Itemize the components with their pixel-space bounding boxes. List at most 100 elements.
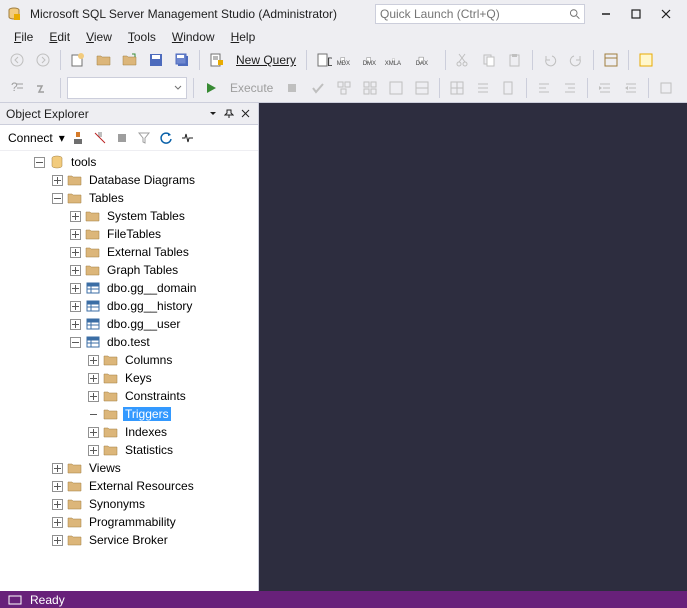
copy-button[interactable]	[478, 49, 500, 71]
collapse-icon[interactable]	[52, 193, 63, 204]
cut-button[interactable]	[452, 49, 474, 71]
dax-button[interactable]: DAX	[417, 49, 439, 71]
expand-icon[interactable]	[70, 247, 81, 258]
expand-icon[interactable]	[70, 283, 81, 294]
nav-fwd-button[interactable]	[32, 49, 54, 71]
tree-views[interactable]: Views	[0, 459, 258, 477]
expand-icon[interactable]	[52, 463, 63, 474]
expand-icon[interactable]	[88, 427, 99, 438]
open2-button[interactable]	[119, 49, 141, 71]
save-button[interactable]	[145, 49, 167, 71]
xmla-button[interactable]: XMLA	[391, 49, 413, 71]
paste-button[interactable]	[504, 49, 526, 71]
tree-systables[interactable]: System Tables	[0, 207, 258, 225]
expand-icon[interactable]	[70, 319, 81, 330]
collapse-icon[interactable]	[70, 337, 81, 348]
tree-columns[interactable]: Columns	[0, 351, 258, 369]
de-button[interactable]: DE	[313, 49, 335, 71]
tree-table-test[interactable]: dbo.test	[0, 333, 258, 351]
close-button[interactable]	[651, 0, 681, 28]
stop-icon[interactable]	[113, 129, 131, 147]
quick-launch-input[interactable]	[380, 7, 569, 21]
tree-exttables[interactable]: External Tables	[0, 243, 258, 261]
tree-keys[interactable]: Keys	[0, 369, 258, 387]
tree-sb[interactable]: Service Broker	[0, 531, 258, 549]
filter-icon[interactable]	[135, 129, 153, 147]
menu-window[interactable]: Window	[164, 28, 223, 46]
menu-edit[interactable]: Edit	[41, 28, 78, 46]
expand-icon[interactable]	[70, 301, 81, 312]
mdx-button[interactable]: MDX	[339, 49, 361, 71]
tree-filetables[interactable]: FileTables	[0, 225, 258, 243]
tree-triggers[interactable]: Triggers	[0, 405, 258, 423]
expand-icon[interactable]	[52, 535, 63, 546]
expand-icon[interactable]	[88, 373, 99, 384]
stats2-button[interactable]	[411, 77, 433, 99]
execute-label[interactable]: Execute	[226, 81, 277, 95]
tree-synonyms[interactable]: Synonyms	[0, 495, 258, 513]
refresh-icon[interactable]	[157, 129, 175, 147]
tree-indexes[interactable]: Indexes	[0, 423, 258, 441]
tree-table-domain[interactable]: dbo.gg__domain	[0, 279, 258, 297]
indent-button[interactable]	[594, 77, 616, 99]
tree-table-user[interactable]: dbo.gg__user	[0, 315, 258, 333]
minimize-button[interactable]	[591, 0, 621, 28]
menu-file[interactable]: File	[6, 28, 41, 46]
quick-launch[interactable]	[375, 4, 585, 24]
expand-icon[interactable]	[70, 211, 81, 222]
object-explorer-tree[interactable]: tools Database Diagrams Tables System Ta…	[0, 151, 258, 591]
find-button[interactable]	[600, 49, 622, 71]
uncomment-button[interactable]	[559, 77, 581, 99]
plan1-button[interactable]	[333, 77, 355, 99]
parse-button[interactable]	[307, 77, 329, 99]
execute-icon[interactable]	[200, 77, 222, 99]
activity-button[interactable]	[635, 49, 657, 71]
collapse-icon[interactable]	[34, 157, 45, 168]
expand-icon[interactable]	[52, 499, 63, 510]
tree-extres[interactable]: External Resources	[0, 477, 258, 495]
params-button[interactable]: ?	[6, 77, 28, 99]
results-text-button[interactable]	[472, 77, 494, 99]
tree-db-tools[interactable]: tools	[0, 153, 258, 171]
menu-help[interactable]: Help	[223, 28, 264, 46]
nav-back-button[interactable]	[6, 49, 28, 71]
panel-dropdown-icon[interactable]	[206, 107, 220, 121]
results-file-button[interactable]	[498, 77, 520, 99]
expand-icon[interactable]	[88, 445, 99, 456]
tree-constraints[interactable]: Constraints	[0, 387, 258, 405]
tree-prog[interactable]: Programmability	[0, 513, 258, 531]
redo-button[interactable]	[565, 49, 587, 71]
tree-table-history[interactable]: dbo.gg__history	[0, 297, 258, 315]
database-combo[interactable]	[67, 77, 187, 99]
expand-icon[interactable]	[88, 391, 99, 402]
new-query-label[interactable]: New Query	[232, 53, 300, 67]
expand-icon[interactable]	[52, 517, 63, 528]
open-button[interactable]	[93, 49, 115, 71]
expand-icon[interactable]	[70, 265, 81, 276]
spec-button[interactable]	[655, 77, 677, 99]
expand-icon[interactable]	[88, 355, 99, 366]
expand-icon[interactable]	[70, 229, 81, 240]
new-query-icon[interactable]	[206, 49, 228, 71]
rs-button[interactable]	[32, 77, 54, 99]
maximize-button[interactable]	[621, 0, 651, 28]
panel-close-icon[interactable]	[238, 107, 252, 121]
connect-button[interactable]: Connect	[6, 131, 55, 145]
outdent-button[interactable]	[620, 77, 642, 99]
tree-statistics[interactable]: Statistics	[0, 441, 258, 459]
comment-button[interactable]	[533, 77, 555, 99]
connect-obj-icon[interactable]	[69, 129, 87, 147]
save-all-button[interactable]	[171, 49, 193, 71]
new-project-button[interactable]	[67, 49, 89, 71]
expand-icon[interactable]	[52, 481, 63, 492]
disconnect-icon[interactable]	[91, 129, 109, 147]
tree-graphtables[interactable]: Graph Tables	[0, 261, 258, 279]
undo-button[interactable]	[539, 49, 561, 71]
connect-chev-icon[interactable]: ▾	[59, 131, 65, 145]
plan2-button[interactable]	[359, 77, 381, 99]
results-grid-button[interactable]	[446, 77, 468, 99]
tree-tables[interactable]: Tables	[0, 189, 258, 207]
menu-view[interactable]: View	[78, 28, 120, 46]
stats1-button[interactable]	[385, 77, 407, 99]
dmx-button[interactable]: DMX	[365, 49, 387, 71]
